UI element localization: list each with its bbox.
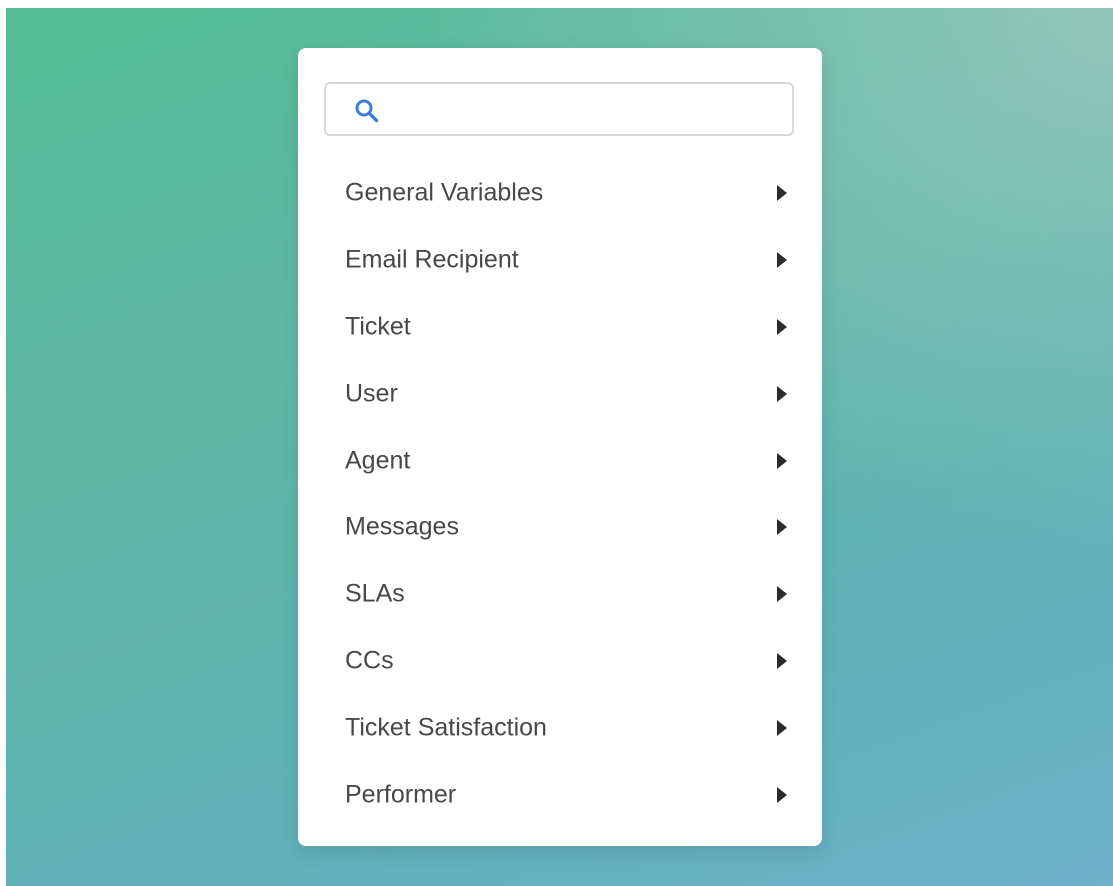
- search-box[interactable]: [324, 82, 794, 136]
- menu-item-label: Messages: [345, 512, 459, 541]
- menu-item-email-recipient[interactable]: Email Recipient: [298, 227, 822, 294]
- menu-item-general-variables[interactable]: General Variables: [298, 160, 822, 227]
- menu-item-label: Email Recipient: [345, 245, 519, 274]
- menu-item-slas[interactable]: SLAs: [298, 561, 822, 628]
- chevron-right-icon: [777, 385, 787, 402]
- menu-item-label: SLAs: [345, 579, 405, 608]
- menu-item-label: CCs: [345, 646, 394, 675]
- menu-item-user[interactable]: User: [298, 360, 822, 427]
- menu-item-ccs[interactable]: CCs: [298, 628, 822, 695]
- menu-item-performer[interactable]: Performer: [298, 761, 822, 828]
- menu-item-ticket[interactable]: Ticket: [298, 294, 822, 361]
- chevron-right-icon: [777, 719, 787, 736]
- chevron-right-icon: [777, 452, 787, 469]
- chevron-right-icon: [777, 652, 787, 669]
- menu-item-agent[interactable]: Agent: [298, 427, 822, 494]
- search-icon: [354, 98, 380, 124]
- chevron-right-icon: [777, 252, 787, 269]
- menu-item-label: Agent: [345, 446, 411, 475]
- menu-item-label: Ticket: [345, 312, 411, 341]
- chevron-right-icon: [777, 185, 787, 202]
- search-input[interactable]: [388, 92, 782, 128]
- variables-menu: General Variables Email Recipient Ticket…: [298, 48, 822, 846]
- menu-item-label: User: [345, 379, 398, 408]
- chevron-right-icon: [777, 318, 787, 335]
- chevron-right-icon: [777, 519, 787, 536]
- chevron-right-icon: [777, 786, 787, 803]
- menu-item-ticket-satisfaction[interactable]: Ticket Satisfaction: [298, 694, 822, 761]
- menu-list: General Variables Email Recipient Ticket…: [298, 160, 822, 828]
- menu-item-label: Ticket Satisfaction: [345, 713, 547, 742]
- chevron-right-icon: [777, 586, 787, 603]
- menu-item-label: General Variables: [345, 178, 544, 207]
- menu-item-messages[interactable]: Messages: [298, 494, 822, 561]
- menu-item-label: Performer: [345, 780, 457, 809]
